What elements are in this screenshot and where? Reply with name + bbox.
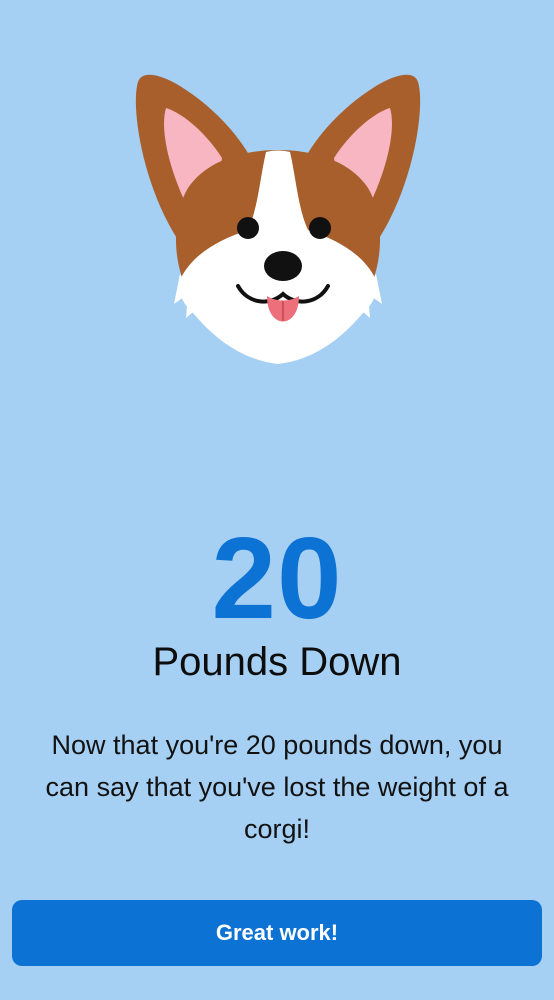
nose	[264, 251, 302, 281]
great-work-button[interactable]: Great work!	[12, 900, 542, 966]
milestone-number: 20	[211, 513, 343, 643]
right-eye	[309, 217, 331, 239]
left-eye	[237, 217, 259, 239]
milestone-message: Now that you're 20 pounds down, you can …	[45, 730, 509, 844]
milestone-unit-label: Pounds Down	[152, 640, 402, 684]
corgi-illustration	[130, 68, 426, 368]
corgi-face-icon	[135, 74, 421, 364]
